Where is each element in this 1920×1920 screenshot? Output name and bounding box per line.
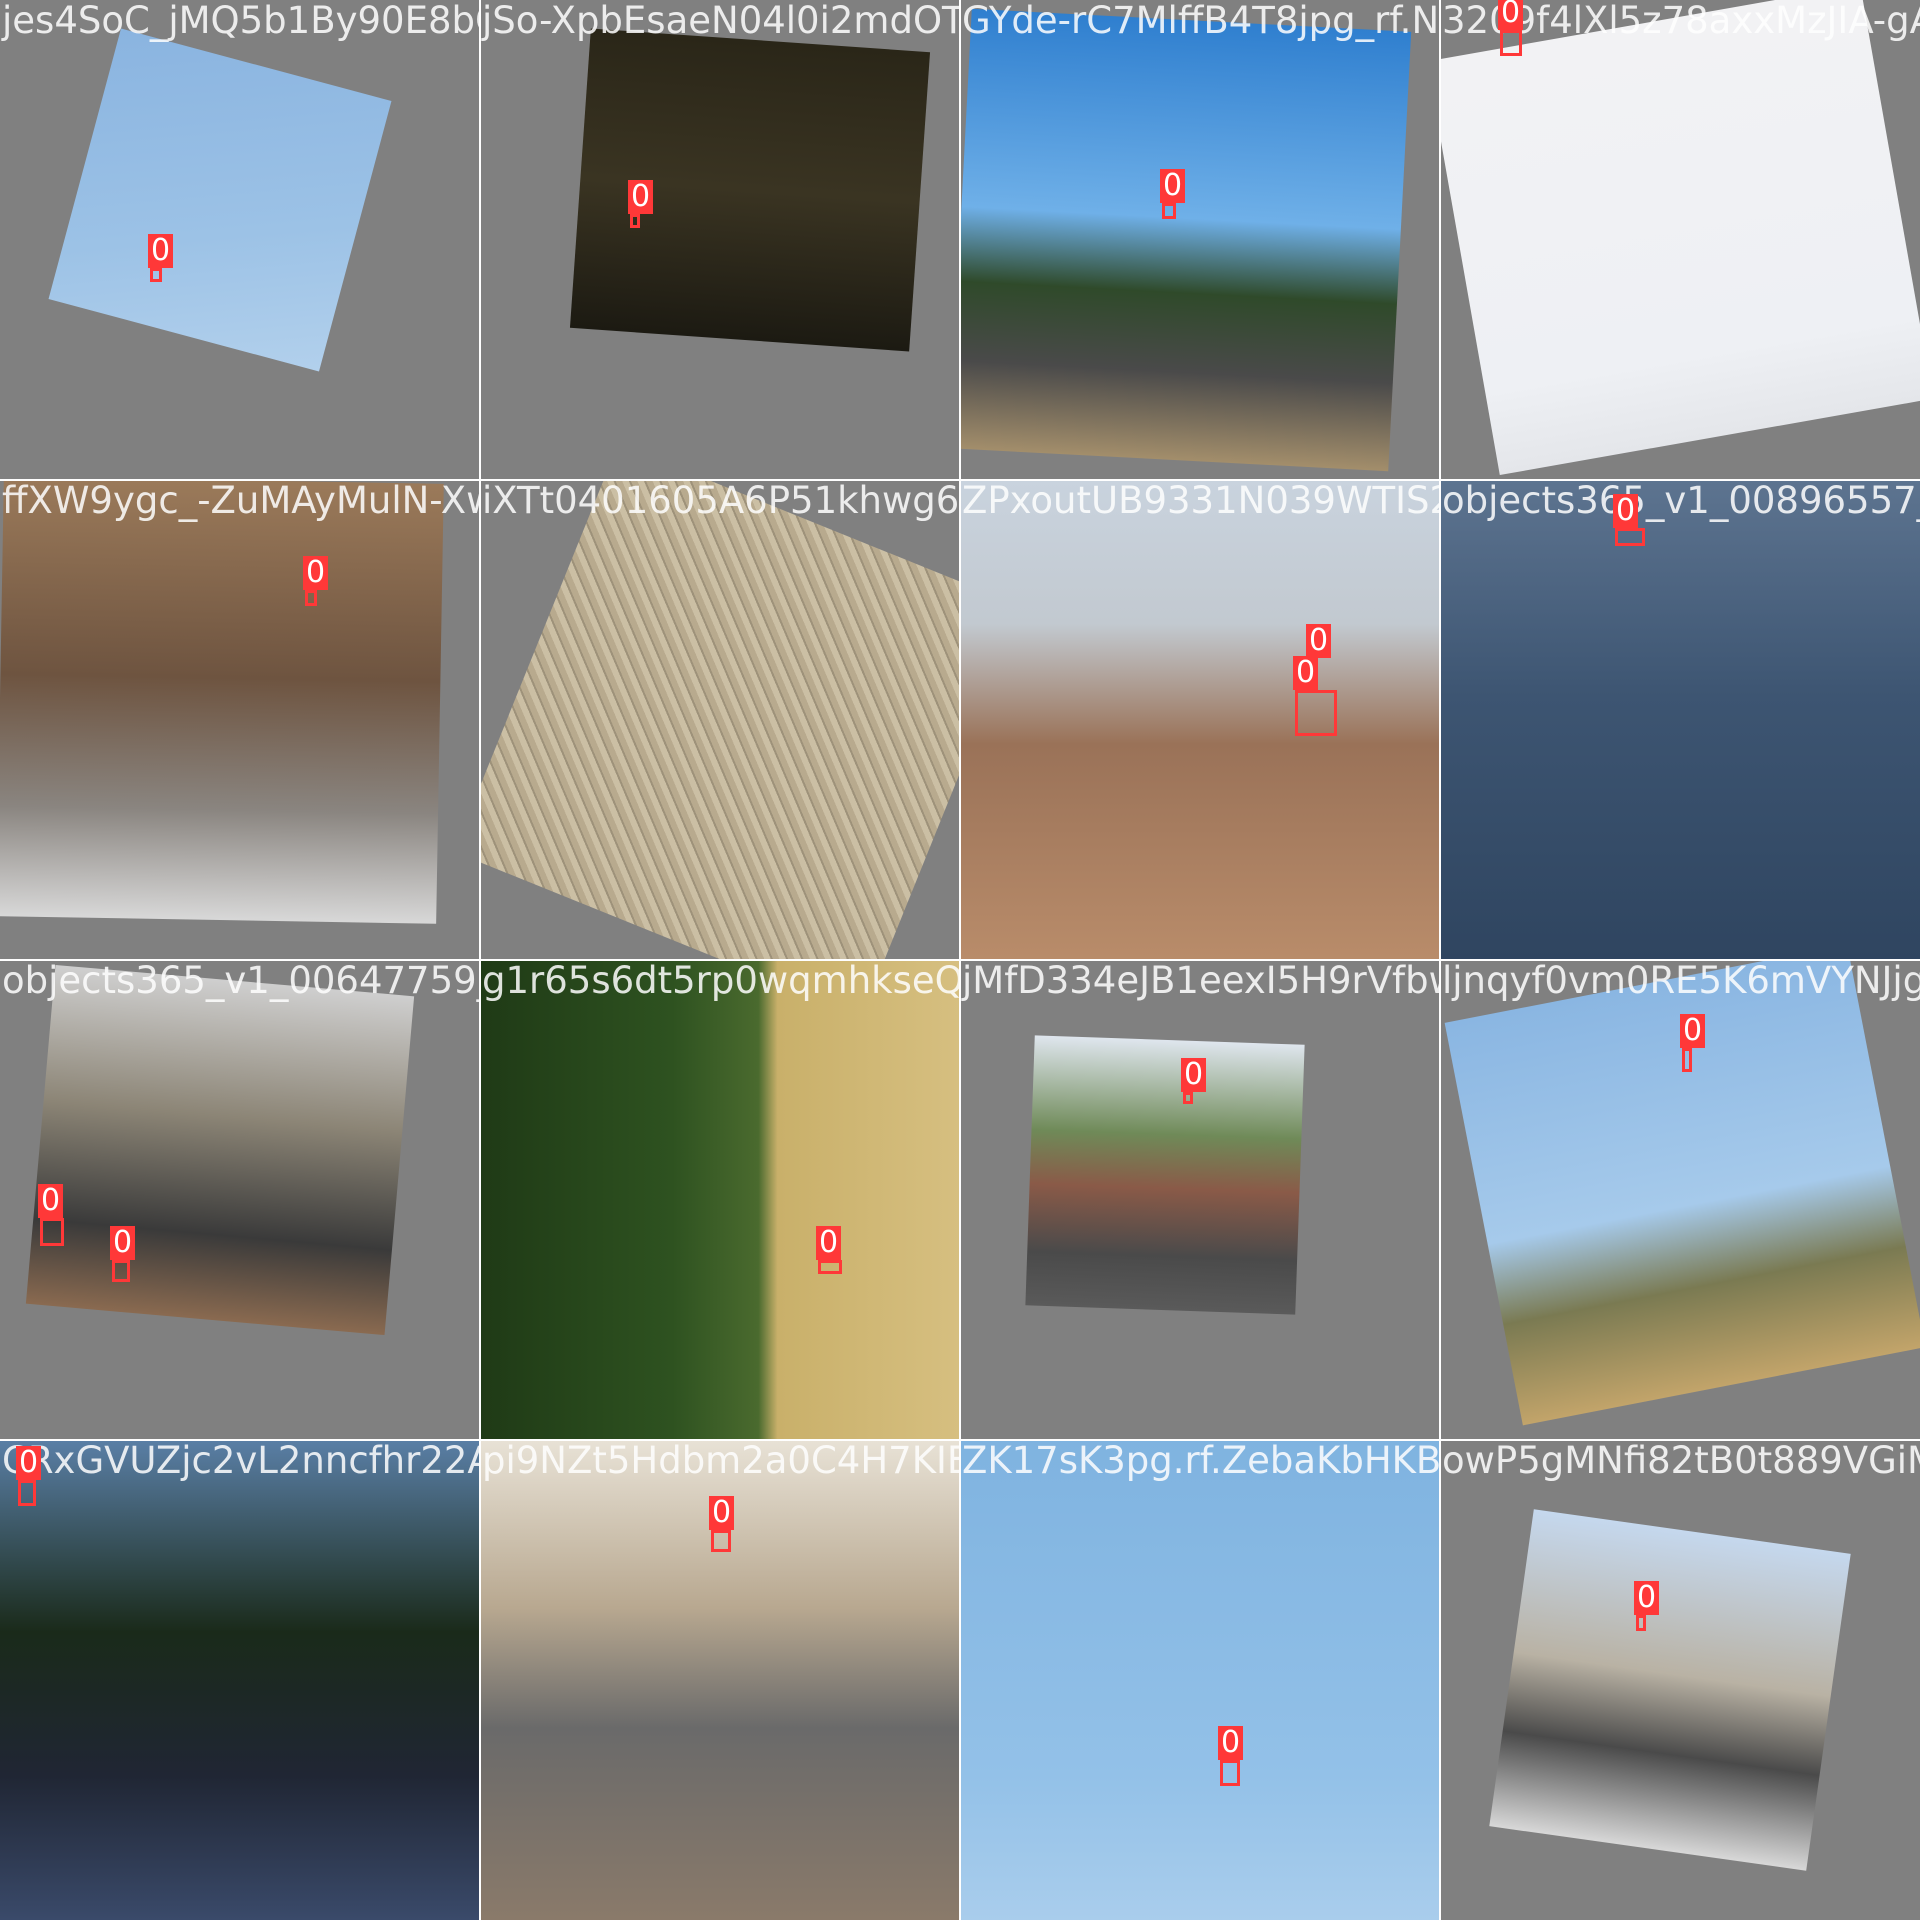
grid-divider bbox=[1439, 0, 1441, 1920]
class-label: 0 bbox=[1160, 169, 1186, 203]
class-label: 0 bbox=[1181, 1058, 1207, 1092]
mosaic-tile: 3209f4lXl5z78axxMzJIA-gA_ 0 bbox=[1440, 0, 1920, 480]
bounding-box bbox=[18, 1480, 36, 1506]
bounding-box bbox=[1295, 690, 1337, 736]
mosaic-tile: pi9NZt5Hdbm2a0C4H7KIE0A_jpg.rf.10 bbox=[480, 1440, 960, 1920]
bounding-box bbox=[1500, 30, 1522, 56]
mosaic-tile: ljnqyf0vm0RE5K6mVYNJjg_ 0 bbox=[1440, 960, 1920, 1440]
class-label: 0 bbox=[1498, 0, 1524, 30]
bounding-box bbox=[1615, 528, 1645, 546]
mosaic-tile: jes4SoC_jMQ5b1By90E8bQ_jpg.rf.bE555N04l0… bbox=[0, 0, 480, 480]
mosaic-tile: objects365_v1_00896557_jp 0 bbox=[1440, 480, 1920, 960]
grid-divider bbox=[0, 959, 1920, 961]
bounding-box bbox=[112, 1260, 130, 1282]
class-label: 0 bbox=[1613, 494, 1639, 528]
photo-building bbox=[960, 480, 1440, 960]
class-label: 0 bbox=[816, 1226, 842, 1260]
grid-divider bbox=[0, 1439, 1920, 1441]
mosaic-tile: owP5gMNfi82tB0t889VGiMDC0 bbox=[1440, 1440, 1920, 1920]
bounding-box bbox=[818, 1260, 842, 1274]
class-label: 0 bbox=[148, 234, 174, 268]
photo-blue-sky-lamp bbox=[960, 1440, 1440, 1920]
bounding-box bbox=[40, 1218, 64, 1246]
class-label: 0 bbox=[1218, 1726, 1244, 1760]
bounding-box bbox=[1162, 203, 1176, 219]
class-label: 0 bbox=[1680, 1014, 1706, 1048]
photo-pink-car-street bbox=[1025, 1035, 1305, 1315]
mosaic-grid: jes4SoC_jMQ5b1By90E8bQ_jpg.rf.bE555N04l0… bbox=[0, 0, 1920, 1920]
mosaic-tile: ZK17sK3pg.rf.ZebaKbHKBAg6cw_jpg.rf.60 bbox=[960, 1440, 1440, 1920]
class-label: 0 bbox=[38, 1184, 64, 1218]
class-label: 0 bbox=[1634, 1581, 1660, 1615]
mosaic-tile: GYde-rC7MlffB4T8jpg_rf.N1vqecA_320f4l0 bbox=[960, 0, 1440, 480]
class-label: 0 bbox=[628, 180, 654, 214]
mosaic-tile: jMfD334eJB1eexI5H9rVfbw_jpg.rf.00 bbox=[960, 960, 1440, 1440]
mosaic-tile: iXTt0401605A6P51khwg6iAZjpg.rf.6 bbox=[480, 480, 960, 960]
photo-traffic-lights-street bbox=[960, 8, 1412, 472]
class-label: 0 bbox=[1293, 656, 1319, 690]
photo-night-street bbox=[569, 28, 931, 352]
class-label: 0 bbox=[1306, 624, 1332, 658]
mosaic-tile: ffXW9ygc_-ZuMAyMulN-Xw_jpg.rf.00 bbox=[0, 480, 480, 960]
bounding-box bbox=[305, 590, 317, 606]
bounding-box bbox=[1682, 1048, 1692, 1072]
bounding-box bbox=[150, 268, 162, 282]
photo-pole-sky bbox=[1440, 0, 1920, 476]
class-label: 0 bbox=[110, 1226, 136, 1260]
mosaic-tile: objects365_v1_00647759_jpg.rf.6f563d5375… bbox=[0, 960, 480, 1440]
photo-traffic-jam bbox=[0, 1440, 480, 1920]
photo-sea-pole bbox=[1440, 480, 1920, 960]
bounding-box bbox=[1220, 1760, 1240, 1786]
bounding-box bbox=[630, 214, 640, 228]
mosaic-tile: CRxGVUZjc2vL2nncfhr22A_jpg.rf.50 bbox=[0, 1440, 480, 1920]
bounding-box bbox=[1636, 1615, 1646, 1631]
class-label: 0 bbox=[16, 1446, 42, 1480]
photo-tree-wall bbox=[480, 960, 960, 1440]
photo-overpass bbox=[25, 964, 415, 1336]
bounding-box bbox=[711, 1530, 731, 1552]
class-label: 0 bbox=[709, 1496, 735, 1530]
photo-city-street-snow bbox=[0, 480, 444, 924]
mosaic-tile: jSo-XpbEsaeN04l0i2mdOTO_jpg.rf.G...0 bbox=[480, 0, 960, 480]
photo-minivan-trees bbox=[1489, 1509, 1851, 1871]
class-label: 0 bbox=[303, 556, 329, 590]
mosaic-tile: g1r65s6dt5rp0wqmhkseQ_jpg.rf.00 bbox=[480, 960, 960, 1440]
mosaic-tile: ZPxoutUB9331N039WTIS2Kw_jpg.rf.300 bbox=[960, 480, 1440, 960]
bounding-box bbox=[1183, 1092, 1193, 1104]
